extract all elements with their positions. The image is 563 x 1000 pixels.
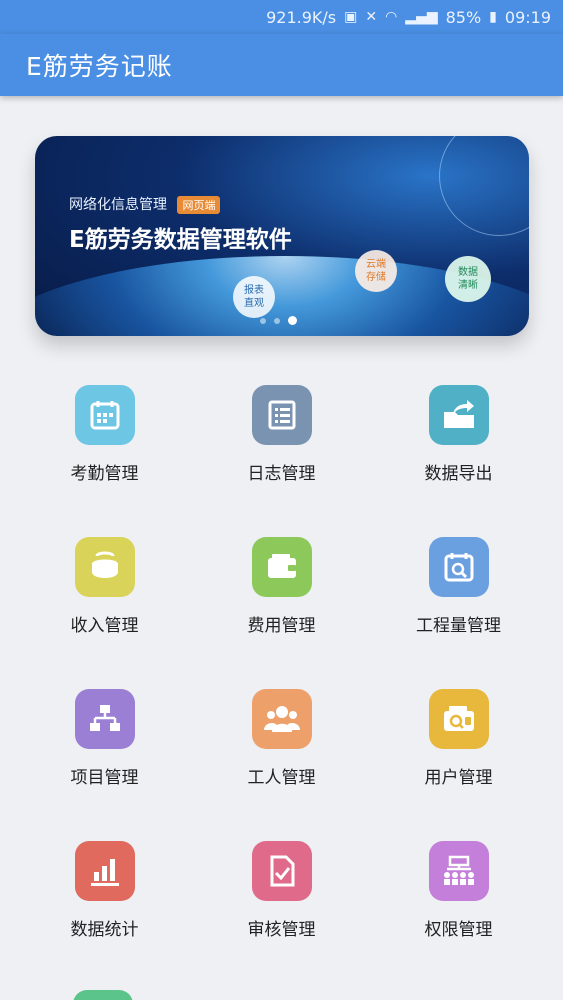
menu-item-label: 项目管理 bbox=[70, 768, 139, 788]
menu-item[interactable]: 审核管理 bbox=[193, 826, 370, 978]
notification-icon: ▣ bbox=[344, 9, 358, 25]
clock: 09:19 bbox=[504, 7, 551, 27]
app-bar: E筋劳务记账 bbox=[0, 34, 563, 96]
battery-icon: ▮ bbox=[489, 9, 497, 25]
menu-grid: 考勤管理 日志管理 数据导出收入管理 费用管理 工程量管理项目管理 工人管理 用户管理数据统… bbox=[16, 370, 547, 978]
carousel-dot-active[interactable] bbox=[288, 316, 297, 325]
menu-item[interactable]: 权限管理 bbox=[370, 826, 547, 978]
menu-item-label: 审核管理 bbox=[247, 920, 316, 940]
log-list-icon bbox=[251, 385, 312, 445]
menu-item-label: 权限管理 bbox=[424, 920, 493, 940]
menu-item-label: 工程量管理 bbox=[416, 616, 501, 636]
battery-level: 85% bbox=[445, 7, 482, 27]
menu-item[interactable]: 项目管理 bbox=[16, 674, 193, 826]
menu-item[interactable]: 数据导出 bbox=[370, 370, 547, 522]
menu-item[interactable]: 收入管理 bbox=[16, 522, 193, 674]
document-check-icon bbox=[251, 841, 312, 901]
wifi-icon: ◠ bbox=[385, 9, 398, 25]
banner-headline: E筋劳务数据管理软件 bbox=[69, 227, 292, 253]
next-row-partial-icon[interactable] bbox=[73, 990, 133, 1000]
menu-item[interactable]: 用户管理 bbox=[370, 674, 547, 826]
menu-item-label: 工人管理 bbox=[247, 768, 316, 788]
menu-item-label: 费用管理 bbox=[247, 616, 316, 636]
menu-item-label: 考勤管理 bbox=[70, 464, 139, 484]
menu-item-label: 数据统计 bbox=[70, 920, 139, 940]
bar-stats-icon bbox=[74, 841, 135, 901]
mute-icon: ✕ bbox=[365, 9, 378, 25]
banner-carousel[interactable]: 网络化信息管理 网页端 E筋劳务数据管理软件 报表 直观 云端 存储 数据 清晰 bbox=[35, 136, 529, 336]
calendar-icon bbox=[74, 385, 135, 445]
menu-item-label: 数据导出 bbox=[424, 464, 493, 484]
signal-icon: ▂▄▆ bbox=[405, 9, 438, 25]
banner-bubble-report: 报表 直观 bbox=[233, 276, 275, 318]
menu-item[interactable]: 考勤管理 bbox=[16, 370, 193, 522]
carousel-dot[interactable] bbox=[274, 317, 280, 324]
app-title: E筋劳务记账 bbox=[26, 52, 173, 81]
menu-item[interactable]: 日志管理 bbox=[193, 370, 370, 522]
menu-item[interactable]: 费用管理 bbox=[193, 522, 370, 674]
web-tag: 网页端 bbox=[177, 196, 221, 214]
workers-icon bbox=[251, 689, 312, 749]
carousel-dot[interactable] bbox=[260, 317, 266, 324]
wallet-icon bbox=[251, 537, 312, 597]
menu-item-label: 用户管理 bbox=[424, 768, 493, 788]
menu-item-label: 日志管理 bbox=[247, 464, 316, 484]
menu-item[interactable]: 数据统计 bbox=[16, 826, 193, 978]
globe-icon bbox=[439, 136, 529, 236]
calendar-search-icon bbox=[428, 537, 489, 597]
banner-bubble-cloud: 云端 存储 bbox=[355, 250, 397, 292]
purse-icon bbox=[74, 537, 135, 597]
hierarchy-icon bbox=[428, 841, 489, 901]
menu-item-label: 收入管理 bbox=[70, 616, 139, 636]
folder-export-icon bbox=[428, 385, 489, 445]
status-bar: 921.9K/s ▣ ✕ ◠ ▂▄▆ 85% ▮ 09:19 bbox=[0, 0, 563, 34]
banner-subtitle: 网络化信息管理 网页端 bbox=[69, 194, 221, 214]
network-speed: 921.9K/s bbox=[266, 7, 337, 27]
org-chart-icon bbox=[74, 689, 135, 749]
banner-bubble-data: 数据 清晰 bbox=[445, 256, 491, 302]
carousel-indicator[interactable] bbox=[260, 316, 297, 325]
menu-item[interactable]: 工人管理 bbox=[193, 674, 370, 826]
user-card-icon bbox=[428, 689, 489, 749]
menu-item[interactable]: 工程量管理 bbox=[370, 522, 547, 674]
banner-subtitle-text: 网络化信息管理 bbox=[69, 197, 167, 213]
